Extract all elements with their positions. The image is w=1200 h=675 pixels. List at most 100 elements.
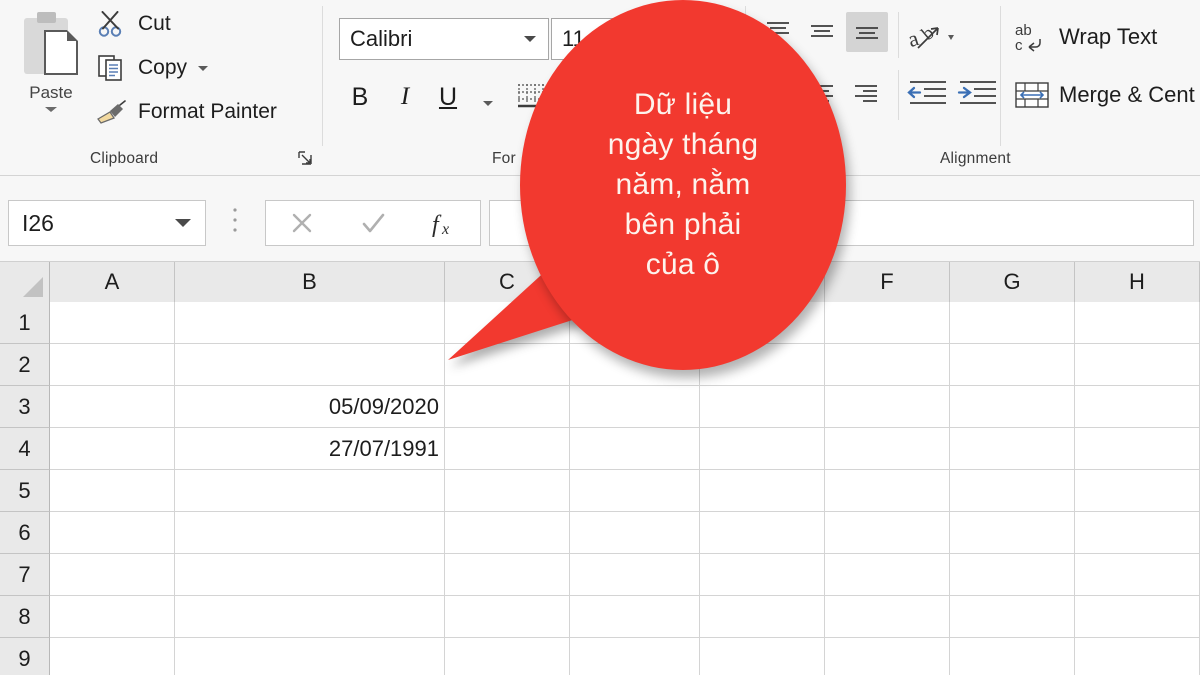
cell-F5[interactable] bbox=[825, 470, 950, 512]
cell-G2[interactable] bbox=[950, 344, 1075, 386]
align-bottom-button[interactable] bbox=[846, 12, 888, 52]
cell-A8[interactable] bbox=[50, 596, 175, 638]
cell-C1[interactable] bbox=[445, 302, 570, 344]
cell-A2[interactable] bbox=[50, 344, 175, 386]
paste-dropdown-caret[interactable] bbox=[45, 107, 57, 112]
chevron-down-icon[interactable] bbox=[524, 36, 536, 42]
name-box[interactable]: I26 bbox=[8, 200, 206, 246]
column-header-h[interactable]: H bbox=[1075, 262, 1200, 302]
cell-F4[interactable] bbox=[825, 428, 950, 470]
cell-E7[interactable] bbox=[700, 554, 825, 596]
cell-H2[interactable] bbox=[1075, 344, 1200, 386]
cell-H4[interactable] bbox=[1075, 428, 1200, 470]
cell-E2[interactable] bbox=[700, 344, 825, 386]
row-header-4[interactable]: 4 bbox=[0, 428, 50, 470]
cell-B1[interactable] bbox=[175, 302, 445, 344]
decrease-indent-button[interactable] bbox=[906, 76, 950, 114]
row-header-5[interactable]: 5 bbox=[0, 470, 50, 512]
cell-G4[interactable] bbox=[950, 428, 1075, 470]
row-header-2[interactable]: 2 bbox=[0, 344, 50, 386]
cell-F6[interactable] bbox=[825, 512, 950, 554]
cell-C5[interactable] bbox=[445, 470, 570, 512]
enter-check-icon[interactable] bbox=[356, 207, 390, 239]
column-header-b[interactable]: B bbox=[175, 262, 445, 302]
align-left-button[interactable] bbox=[758, 76, 798, 112]
cell-B2[interactable] bbox=[175, 344, 445, 386]
cell-G6[interactable] bbox=[950, 512, 1075, 554]
cell-F2[interactable] bbox=[825, 344, 950, 386]
cell-D7[interactable] bbox=[570, 554, 700, 596]
formula-input[interactable] bbox=[489, 200, 1194, 246]
cell-B8[interactable] bbox=[175, 596, 445, 638]
cell-H8[interactable] bbox=[1075, 596, 1200, 638]
cell-H5[interactable] bbox=[1075, 470, 1200, 512]
formula-bar-handle[interactable] bbox=[233, 206, 237, 240]
font-size-combobox[interactable]: 11 bbox=[551, 18, 647, 60]
cell-A5[interactable] bbox=[50, 470, 175, 512]
insert-function-icon[interactable]: f x bbox=[427, 207, 461, 239]
cell-D2[interactable] bbox=[570, 344, 700, 386]
column-header-f[interactable]: F bbox=[825, 262, 950, 302]
cell-E3[interactable] bbox=[700, 386, 825, 428]
cell-F9[interactable] bbox=[825, 638, 950, 675]
cut-button[interactable]: Cut bbox=[96, 6, 171, 42]
row-header-6[interactable]: 6 bbox=[0, 512, 50, 554]
cell-E5[interactable] bbox=[700, 470, 825, 512]
cell-F8[interactable] bbox=[825, 596, 950, 638]
align-right-button[interactable] bbox=[846, 76, 886, 112]
bold-button[interactable]: B bbox=[340, 76, 380, 118]
cell-D5[interactable] bbox=[570, 470, 700, 512]
cell-C6[interactable] bbox=[445, 512, 570, 554]
copy-button[interactable]: Copy bbox=[96, 50, 209, 86]
format-painter-button[interactable]: Format Painter bbox=[96, 94, 277, 130]
cell-H6[interactable] bbox=[1075, 512, 1200, 554]
column-header-a[interactable]: A bbox=[50, 262, 175, 302]
cell-B7[interactable] bbox=[175, 554, 445, 596]
cell-G5[interactable] bbox=[950, 470, 1075, 512]
align-middle-button[interactable] bbox=[802, 14, 842, 50]
cell-C4[interactable] bbox=[445, 428, 570, 470]
cell-G1[interactable] bbox=[950, 302, 1075, 344]
row-header-3[interactable]: 3 bbox=[0, 386, 50, 428]
italic-button[interactable]: I bbox=[385, 76, 425, 118]
cell-G7[interactable] bbox=[950, 554, 1075, 596]
cancel-icon[interactable] bbox=[285, 207, 319, 239]
borders-button[interactable] bbox=[512, 78, 550, 116]
copy-dropdown-caret[interactable] bbox=[198, 65, 209, 71]
chevron-down-icon[interactable] bbox=[175, 219, 191, 227]
cell-G8[interactable] bbox=[950, 596, 1075, 638]
cell-B9[interactable] bbox=[175, 638, 445, 675]
align-center-button[interactable] bbox=[802, 76, 842, 112]
row-header-1[interactable]: 1 bbox=[0, 302, 50, 344]
cell-C3[interactable] bbox=[445, 386, 570, 428]
cell-G3[interactable] bbox=[950, 386, 1075, 428]
increase-indent-button[interactable] bbox=[956, 76, 1000, 114]
column-header-d[interactable]: D bbox=[570, 262, 700, 302]
cell-H9[interactable] bbox=[1075, 638, 1200, 675]
cell-B5[interactable] bbox=[175, 470, 445, 512]
cell-C8[interactable] bbox=[445, 596, 570, 638]
cell-A7[interactable] bbox=[50, 554, 175, 596]
cell-A3[interactable] bbox=[50, 386, 175, 428]
cell-F7[interactable] bbox=[825, 554, 950, 596]
cell-B4[interactable]: 27/07/1991 bbox=[175, 428, 445, 470]
cell-B3[interactable]: 05/09/2020 bbox=[175, 386, 445, 428]
underline-button[interactable]: U bbox=[428, 76, 468, 118]
column-header-e[interactable]: E bbox=[700, 262, 825, 302]
cell-H1[interactable] bbox=[1075, 302, 1200, 344]
font-name-combobox[interactable]: Calibri bbox=[339, 18, 549, 60]
row-header-7[interactable]: 7 bbox=[0, 554, 50, 596]
row-header-8[interactable]: 8 bbox=[0, 596, 50, 638]
cell-E6[interactable] bbox=[700, 512, 825, 554]
cell-C9[interactable] bbox=[445, 638, 570, 675]
cell-F3[interactable] bbox=[825, 386, 950, 428]
cell-A9[interactable] bbox=[50, 638, 175, 675]
wrap-text-button[interactable]: ab c Wrap Text bbox=[1013, 14, 1157, 60]
orientation-button[interactable]: a b bbox=[905, 18, 966, 58]
align-top-button[interactable] bbox=[758, 14, 798, 50]
cell-H7[interactable] bbox=[1075, 554, 1200, 596]
cell-D6[interactable] bbox=[570, 512, 700, 554]
row-header-9[interactable]: 9 bbox=[0, 638, 50, 675]
cell-D1[interactable] bbox=[570, 302, 700, 344]
cell-E8[interactable] bbox=[700, 596, 825, 638]
